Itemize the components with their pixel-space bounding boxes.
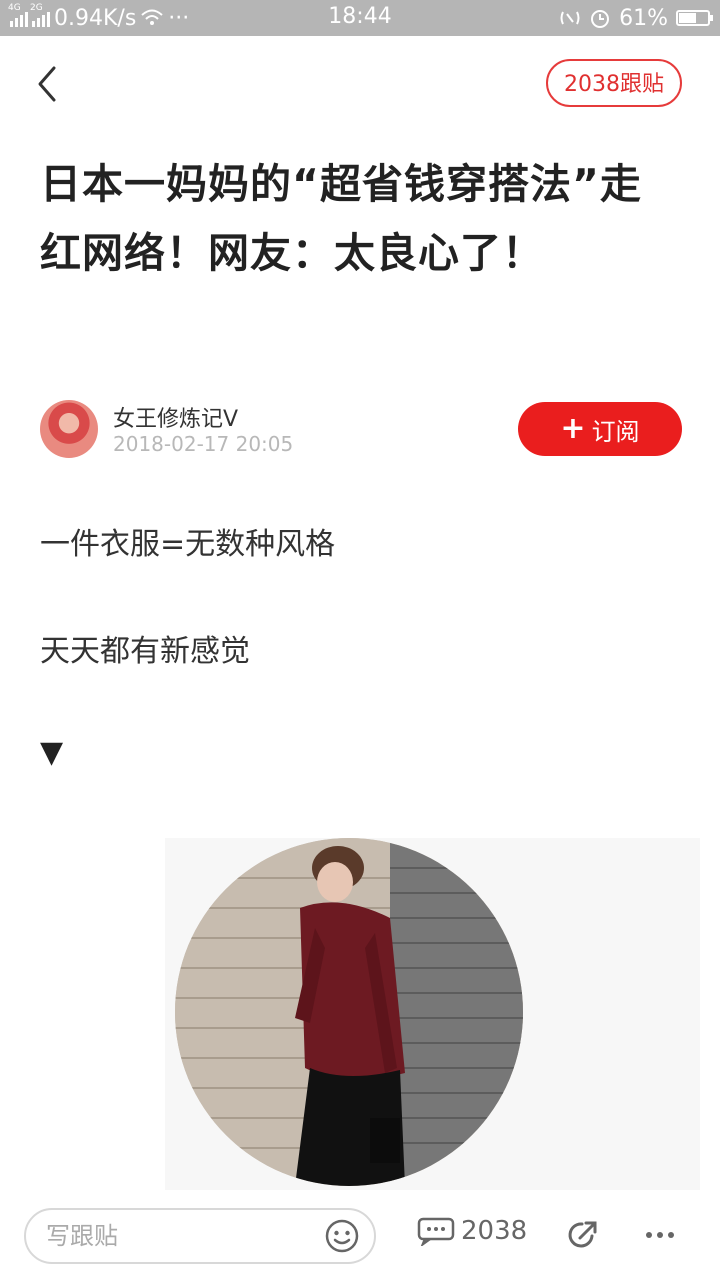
status-bar: 4G 2G 0.94K/s ··· 18:44 61% [0,0,720,36]
comment-input[interactable]: 写跟贴 [24,1208,376,1264]
comment-count: 2038 [461,1216,528,1246]
comments-count-pill[interactable]: 2038跟贴 [546,59,682,107]
post-time: 2018-02-17 20:05 [113,432,294,456]
battery-icon [676,10,713,26]
article-title: 日本一妈妈的“超省钱穿搭法”走红网络！网友：太良心了！ [40,160,642,277]
share-icon[interactable] [566,1218,600,1252]
comment-count-button[interactable]: 2038 [417,1216,527,1246]
paragraph-2: 天天都有新感觉 [40,634,250,669]
subscribe-label: 订阅 [591,417,640,446]
alarm-icon [591,10,610,28]
author-avatar[interactable] [40,400,98,458]
subscribe-button[interactable]: + 订阅 [518,402,682,456]
smiley-icon[interactable] [324,1218,360,1254]
paragraph-1: 一件衣服=无数种风格 [40,527,336,562]
author-name[interactable]: 女王修炼记V [113,401,238,433]
back-icon [38,66,56,102]
down-arrow-icon: ▼ [40,735,64,770]
nfc-icon [560,11,580,25]
back-button[interactable] [30,62,70,106]
comment-placeholder: 写跟贴 [46,1222,118,1250]
battery-percent: 61% [619,5,668,31]
more-icon[interactable] [646,1232,674,1238]
comment-icon [417,1217,455,1246]
article-image[interactable] [175,838,523,1186]
plus-icon: + [560,411,586,446]
bottom-bar: 写跟贴 2038 [0,1200,720,1280]
